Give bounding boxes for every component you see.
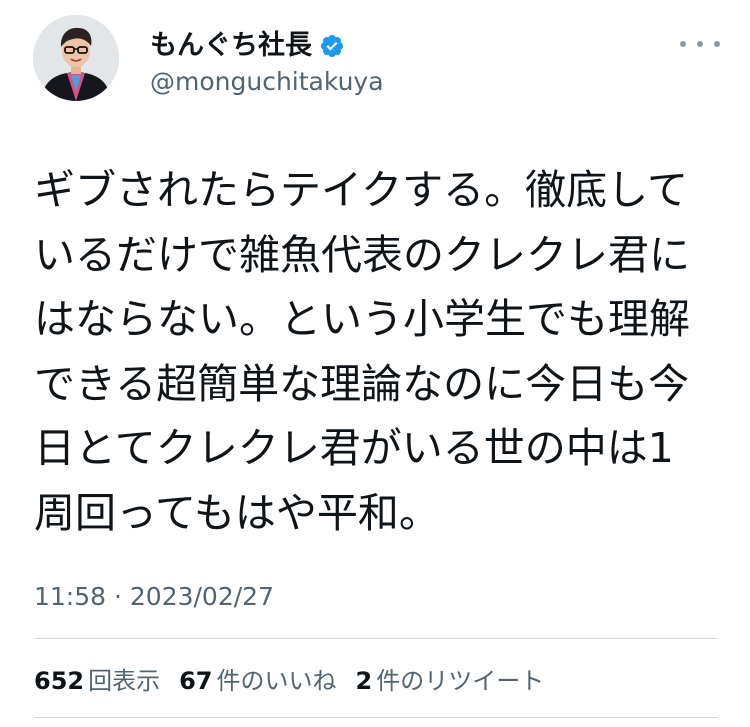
likes-count: 67	[179, 666, 213, 695]
more-horizontal-icon-dot	[680, 41, 686, 47]
more-horizontal-icon-dot	[714, 41, 720, 47]
likes-stat[interactable]: 67 件のいいね	[179, 661, 336, 696]
avatar-photo	[33, 15, 119, 101]
views-count: 652	[34, 666, 85, 695]
tweet-timestamp[interactable]: 11:58 · 2023/02/27	[34, 577, 274, 617]
verified-badge-icon	[320, 34, 344, 58]
views-stat[interactable]: 652 回表示	[34, 661, 160, 696]
engagement-stats: 652 回表示 67 件のいいね 2 件のリツイート	[34, 658, 563, 698]
views-label: 回表示	[88, 666, 161, 695]
divider	[34, 638, 718, 639]
tweet-text: ギブされたらテイクする。徹底して いるだけで雑魚代表のクレクレ君に はならない。…	[34, 166, 690, 537]
retweets-stat[interactable]: 2 件のリツイート	[356, 661, 545, 696]
more-options-button[interactable]	[680, 32, 720, 56]
retweets-label: 件のリツイート	[376, 666, 545, 695]
author-handle[interactable]: @monguchitakuya	[150, 64, 384, 100]
divider	[34, 717, 718, 718]
author-name-row: もんぐち社長	[150, 26, 345, 66]
retweets-count: 2	[355, 666, 373, 695]
author-display-name[interactable]: もんぐち社長	[150, 26, 312, 66]
tweet-card: もんぐち社長 @monguchitakuya ギブされたらテイクする。徹底して …	[0, 0, 750, 727]
more-horizontal-icon-dot	[697, 41, 703, 47]
avatar[interactable]	[33, 15, 119, 101]
likes-label: 件のいいね	[216, 666, 337, 695]
